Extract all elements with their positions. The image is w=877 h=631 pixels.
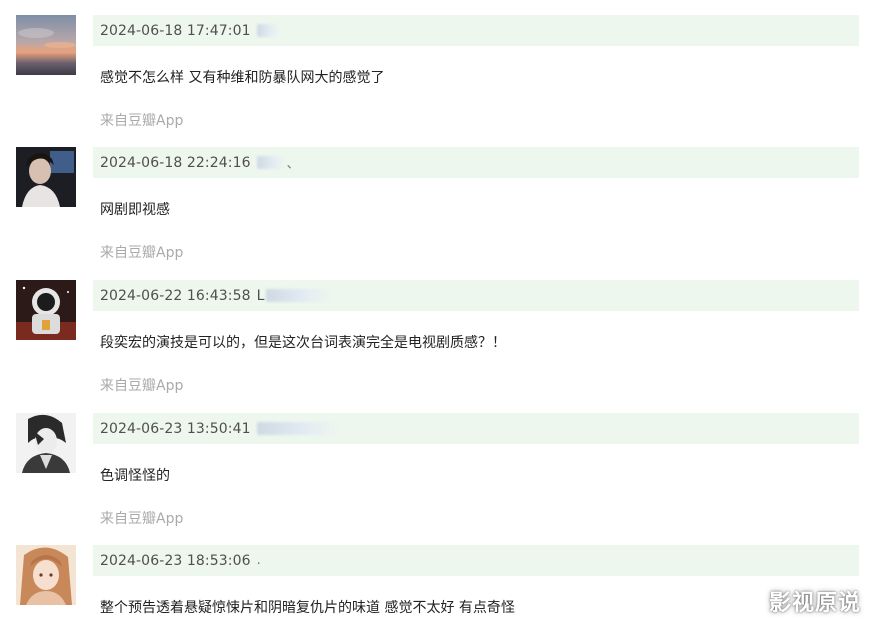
- avatar[interactable]: [16, 147, 76, 207]
- username-visible: L: [256, 287, 265, 304]
- comment-time: 2024-06-18 22:24:16: [100, 154, 251, 171]
- comment-text: 整个预告透着悬疑惊悚片和阴暗复仇片的味道 感觉不太好 有点奇怪: [100, 600, 515, 616]
- comment-time: 2024-06-18 17:47:01: [100, 22, 251, 39]
- comment-text: 网剧即视感: [100, 202, 170, 218]
- comment-source: 来自豆瓣App: [100, 113, 184, 129]
- avatar[interactable]: [16, 545, 76, 605]
- comment-text: 感觉不怎么样 又有种维和防暴队网大的感觉了: [100, 70, 385, 86]
- comment-text: 段奕宏的演技是可以的，但是这次台词表演完全是电视剧质感？！: [100, 335, 506, 351]
- username-visible: .: [256, 553, 261, 568]
- comment-time: 2024-06-23 13:50:41: [100, 420, 251, 437]
- comment-header: 2024-06-22 16:43:58 L: [93, 280, 859, 311]
- avatar[interactable]: [16, 413, 76, 473]
- comment-text: 色调怪怪的: [100, 468, 170, 484]
- username-visible: 、: [286, 157, 300, 172]
- username-blurred[interactable]: [256, 24, 279, 37]
- comment-header: 2024-06-23 18:53:06 .: [93, 545, 859, 576]
- username-blurred[interactable]: [256, 422, 339, 435]
- watermark: 影视原说: [768, 591, 861, 616]
- comment-source: 来自豆瓣App: [100, 245, 184, 261]
- comment-header: 2024-06-23 13:50:41: [93, 413, 859, 444]
- comment-header: 2024-06-18 17:47:01: [93, 15, 859, 46]
- comment-source: 来自豆瓣App: [100, 378, 184, 394]
- comment-source: 来自豆瓣App: [100, 511, 184, 527]
- comment-time: 2024-06-22 16:43:58: [100, 287, 251, 304]
- avatar[interactable]: [16, 15, 76, 75]
- username-blurred[interactable]: [266, 289, 333, 302]
- username-blurred[interactable]: [256, 156, 285, 169]
- comment-header: 2024-06-18 22:24:16 、: [93, 147, 859, 178]
- avatar[interactable]: [16, 280, 76, 340]
- comment-time: 2024-06-23 18:53:06: [100, 552, 251, 569]
